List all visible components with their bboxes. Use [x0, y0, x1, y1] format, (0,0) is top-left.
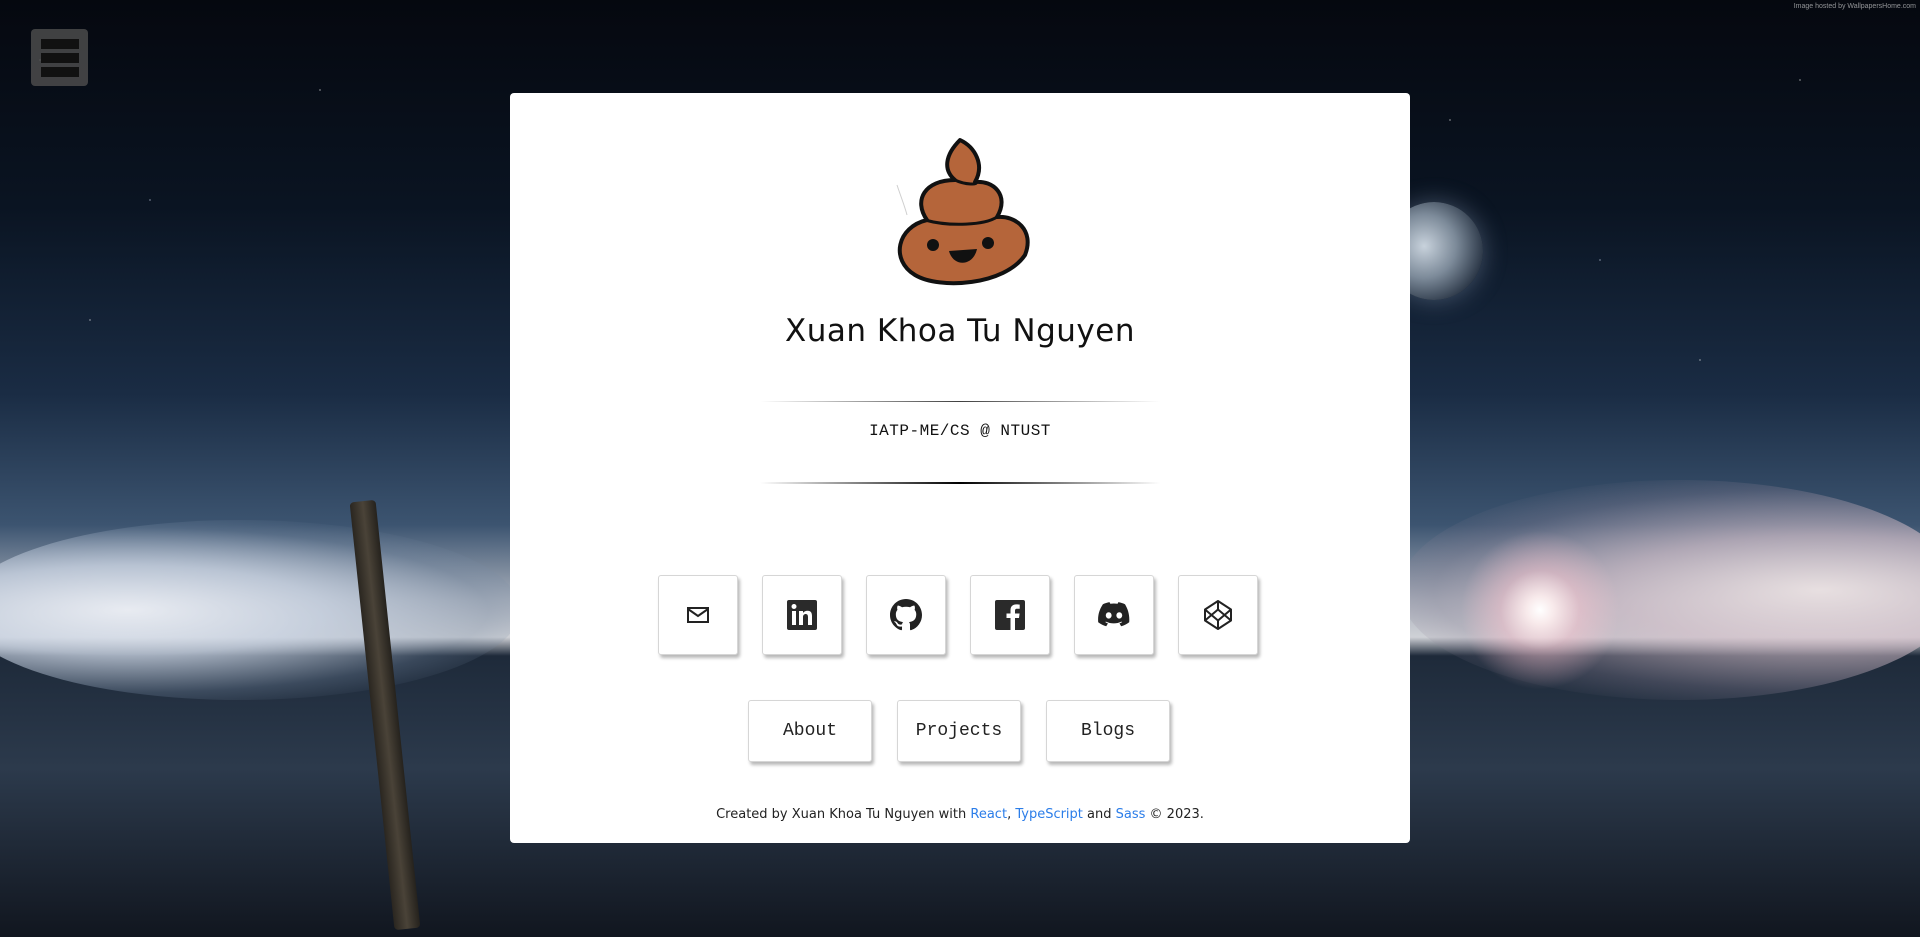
divider-top: [760, 401, 1160, 402]
facebook-icon: [995, 600, 1025, 630]
linkedin-button[interactable]: [762, 575, 842, 655]
discord-icon: [1098, 602, 1130, 627]
typescript-link[interactable]: TypeScript: [1015, 807, 1083, 822]
facebook-button[interactable]: [970, 575, 1050, 655]
footer-and: and: [1082, 807, 1116, 822]
menu-button[interactable]: [31, 29, 88, 86]
github-icon: [890, 599, 922, 631]
profile-name: Xuan Khoa Tu Nguyen: [785, 313, 1135, 349]
linkedin-icon: [787, 600, 817, 630]
footer-prefix: Created by Xuan Khoa Tu Nguyen with: [716, 807, 971, 822]
page-navigation: About Projects Blogs: [748, 700, 1170, 762]
react-link[interactable]: React: [970, 807, 1007, 822]
discord-button[interactable]: [1074, 575, 1154, 655]
footer-credit: Created by Xuan Khoa Tu Nguyen with Reac…: [510, 807, 1410, 822]
email-button[interactable]: [658, 575, 738, 655]
menu-icon: [40, 38, 79, 49]
mail-icon: [687, 607, 709, 623]
profile-card: Xuan Khoa Tu Nguyen IATP-ME/CS @ NTUST A…: [510, 93, 1410, 843]
codepen-icon: [1204, 600, 1232, 630]
codepen-button[interactable]: [1178, 575, 1258, 655]
social-links: [658, 575, 1258, 655]
github-button[interactable]: [866, 575, 946, 655]
poop-emoji-logo: [885, 135, 1035, 290]
profile-tagline: IATP-ME/CS @ NTUST: [869, 422, 1051, 440]
sass-link[interactable]: Sass: [1116, 807, 1146, 822]
blogs-button[interactable]: Blogs: [1046, 700, 1170, 762]
about-button[interactable]: About: [748, 700, 872, 762]
divider-bottom: [760, 482, 1160, 484]
clouds-left: [0, 520, 520, 700]
image-credit: Image hosted by WallpapersHome.com: [1793, 3, 1916, 10]
projects-button[interactable]: Projects: [897, 700, 1021, 762]
sun: [1460, 530, 1620, 690]
footer-suffix: © 2023.: [1145, 807, 1204, 822]
